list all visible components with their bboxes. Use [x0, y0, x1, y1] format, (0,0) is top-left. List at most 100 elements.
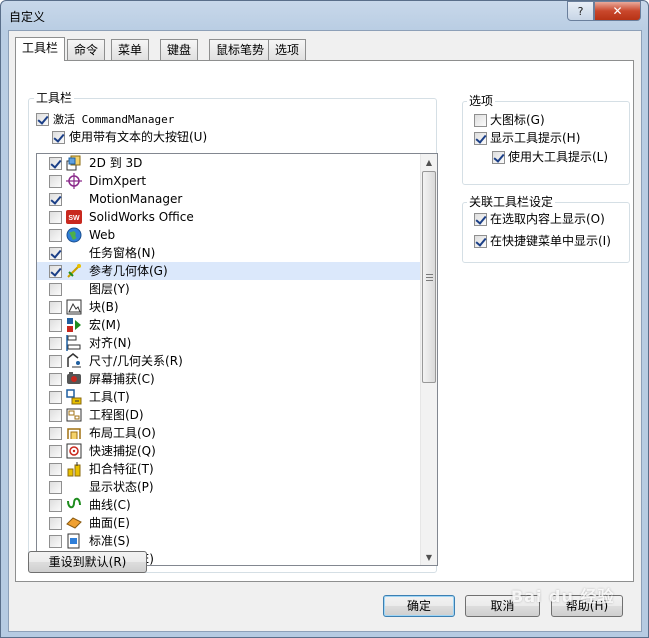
globe-icon [66, 227, 83, 243]
context-toolbar-group-title: 关联工具栏设定 [467, 195, 556, 209]
toolbar-list-item[interactable]: 2D 到 3D [37, 154, 420, 172]
dialog-body: 工具栏 命令 菜单 键盘 鼠标笔势 选项 工具栏 激活 CommandManag… [8, 30, 642, 632]
tab-keyboard[interactable]: 键盘 [160, 39, 199, 60]
tab-options[interactable]: 选项 [268, 39, 307, 60]
toolbar-item-checkbox[interactable] [49, 211, 62, 224]
toolbars-group-title: 工具栏 [34, 91, 75, 105]
toolbar-list[interactable]: 2D 到 3D DimXpert MotionManager SW SolidWorks… [36, 153, 438, 566]
toolbar-list-item[interactable]: 块(B) [37, 298, 420, 316]
large-tooltips-label: 使用大工具提示(L) [508, 150, 609, 164]
reset-to-default-button[interactable]: 重设到默认(R) [28, 551, 147, 573]
tab-menus[interactable]: 菜单 [111, 39, 150, 60]
activate-commandmanager-label: 激活 CommandManager [53, 112, 174, 127]
toolbar-list-scrollbar[interactable]: ▲ ▼ [420, 154, 437, 565]
show-in-shortcut-menu-checkbox[interactable] [474, 235, 487, 248]
reference-geometry-icon [66, 263, 83, 279]
scroll-down-icon[interactable]: ▼ [421, 549, 437, 565]
toolbar-item-label: 布局工具(O) [89, 426, 156, 440]
toolbar-item-label: 块(B) [89, 300, 119, 314]
title-bar[interactable]: 自定义 ? ✕ [1, 1, 648, 31]
toolbar-item-checkbox[interactable] [49, 355, 62, 368]
toolbar-item-checkbox[interactable] [49, 463, 62, 476]
toolbar-item-checkbox[interactable] [49, 157, 62, 170]
toolbar-list-item[interactable]: 参考几何体(G) [37, 262, 420, 280]
toolbar-item-checkbox[interactable] [49, 175, 62, 188]
toolbar-item-checkbox[interactable] [49, 247, 62, 260]
2d-to-3d-icon [66, 155, 83, 171]
fastening-features-icon [66, 461, 83, 477]
toolbar-item-label: 曲面(E) [89, 516, 130, 530]
toolbar-list-item[interactable]: MotionManager [37, 190, 420, 208]
toolbar-list-item[interactable]: 布局工具(O) [37, 424, 420, 442]
solidworks-office-icon: SW [66, 209, 83, 225]
toolbar-item-label: 参考几何体(G) [89, 264, 168, 278]
toolbar-list-item[interactable]: 工程图(D) [37, 406, 420, 424]
toolbar-list-item[interactable]: 宏(M) [37, 316, 420, 334]
surfaces-icon [66, 515, 83, 531]
toolbar-list-item[interactable]: 尺寸/几何关系(R) [37, 352, 420, 370]
toolbar-item-checkbox[interactable] [49, 481, 62, 494]
toolbar-item-checkbox[interactable] [49, 535, 62, 548]
toolbar-item-checkbox[interactable] [49, 517, 62, 530]
help-caption-button[interactable]: ? [567, 1, 594, 21]
block-icon [66, 299, 83, 315]
curves-icon [66, 497, 83, 513]
toolbar-list-item[interactable]: Web [37, 226, 420, 244]
toolbar-item-checkbox[interactable] [49, 193, 62, 206]
show-on-selection-checkbox[interactable] [474, 213, 487, 226]
scrollbar-thumb[interactable] [422, 171, 436, 383]
tab-mouse-gestures[interactable]: 鼠标笔势 [209, 39, 272, 60]
toolbar-list-item[interactable]: 快速捕捉(Q) [37, 442, 420, 460]
align-icon [66, 335, 83, 351]
toolbar-item-checkbox[interactable] [49, 265, 62, 278]
toolbar-item-label: 工具(T) [89, 390, 130, 404]
toolbar-item-label: 扣合特征(T) [89, 462, 154, 476]
toolbar-list-item[interactable]: 扣合特征(T) [37, 460, 420, 478]
toolbar-list-item[interactable]: 任务窗格(N) [37, 244, 420, 262]
show-in-shortcut-menu-label: 在快捷键菜单中显示(I) [490, 234, 611, 248]
toolbar-list-item[interactable]: 显示状态(P) [37, 478, 420, 496]
toolbar-list-item[interactable]: SW SolidWorks Office [37, 208, 420, 226]
toolbar-item-checkbox[interactable] [49, 301, 62, 314]
toolbar-item-checkbox[interactable] [49, 445, 62, 458]
large-buttons-checkbox[interactable] [52, 131, 65, 144]
toolbar-item-checkbox[interactable] [49, 283, 62, 296]
macro-icon [66, 317, 83, 333]
large-icons-checkbox[interactable] [474, 114, 487, 127]
activate-commandmanager-checkbox[interactable] [36, 113, 49, 126]
toolbar-item-checkbox[interactable] [49, 391, 62, 404]
window-title: 自定义 [9, 10, 46, 24]
toolbar-item-checkbox[interactable] [49, 319, 62, 332]
large-tooltips-checkbox[interactable] [492, 151, 505, 164]
toolbar-list-item[interactable]: 工具(T) [37, 388, 420, 406]
toolbar-item-label: SolidWorks Office [89, 210, 194, 224]
toolbar-item-label: 标准(S) [89, 534, 130, 548]
show-tooltips-label: 显示工具提示(H) [490, 131, 581, 145]
toolbar-list-item[interactable]: 标准(S) [37, 532, 420, 550]
toolbar-item-label: 2D 到 3D [89, 156, 143, 170]
toolbar-list-item[interactable]: 曲面(E) [37, 514, 420, 532]
toolbar-item-checkbox[interactable] [49, 229, 62, 242]
toolbar-item-checkbox[interactable] [49, 409, 62, 422]
ok-button[interactable]: 确定 [383, 595, 455, 617]
large-buttons-label: 使用带有文本的大按钮(U) [69, 130, 208, 144]
watermark-logo: Bai du 经验 [511, 587, 615, 606]
scroll-up-icon[interactable]: ▲ [421, 154, 437, 170]
toolbar-item-checkbox[interactable] [49, 337, 62, 350]
quick-snap-icon [66, 443, 83, 459]
toolbar-list-item[interactable]: 图层(Y) [37, 280, 420, 298]
tab-toolbars[interactable]: 工具栏 [15, 37, 66, 61]
toolbar-list-item[interactable]: 曲线(C) [37, 496, 420, 514]
dimxpert-icon [66, 173, 83, 189]
toolbar-item-label: 对齐(N) [89, 336, 132, 350]
standard-icon [66, 533, 83, 549]
toolbar-list-item[interactable]: 对齐(N) [37, 334, 420, 352]
toolbar-item-checkbox[interactable] [49, 427, 62, 440]
close-button[interactable]: ✕ [594, 1, 641, 21]
tab-commands[interactable]: 命令 [67, 39, 106, 60]
show-tooltips-checkbox[interactable] [474, 132, 487, 145]
toolbar-list-item[interactable]: 屏幕捕获(C) [37, 370, 420, 388]
toolbar-list-item[interactable]: DimXpert [37, 172, 420, 190]
toolbar-item-checkbox[interactable] [49, 499, 62, 512]
toolbar-item-checkbox[interactable] [49, 373, 62, 386]
